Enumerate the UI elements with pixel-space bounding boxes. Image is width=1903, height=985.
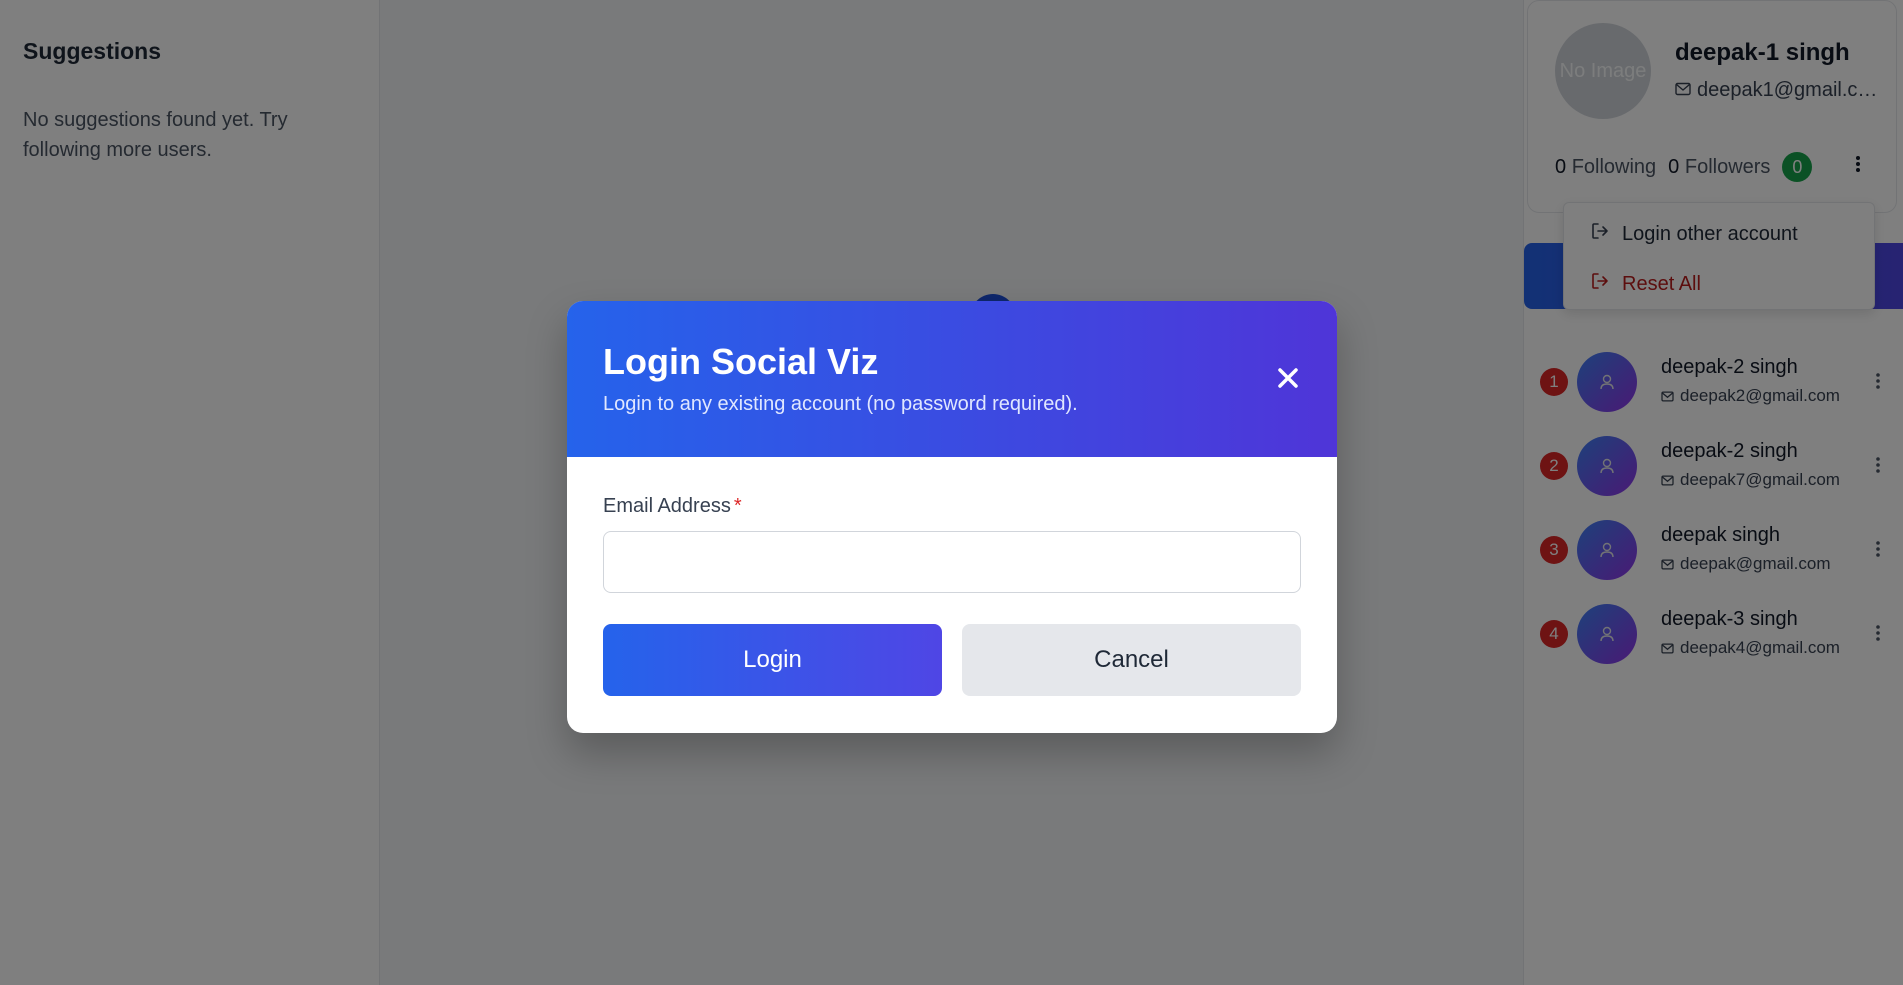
modal-title: Login Social Viz: [603, 341, 879, 382]
required-mark: *: [733, 495, 742, 517]
modal-subtitle: Login to any existing account (no passwo…: [603, 393, 1078, 415]
login-modal: Login Social Viz Login to any existing a…: [567, 301, 1337, 733]
login-button[interactable]: Login: [603, 624, 942, 696]
close-icon: [1278, 368, 1298, 388]
modal-body: Email Address * Login Cancel: [567, 457, 1337, 696]
email-label: Email Address *: [603, 495, 742, 517]
close-button[interactable]: [1275, 365, 1301, 391]
cancel-button[interactable]: Cancel: [962, 624, 1301, 696]
modal-actions: Login Cancel: [603, 624, 1301, 696]
modal-header: Login Social Viz Login to any existing a…: [567, 301, 1337, 457]
email-field[interactable]: [603, 531, 1301, 593]
